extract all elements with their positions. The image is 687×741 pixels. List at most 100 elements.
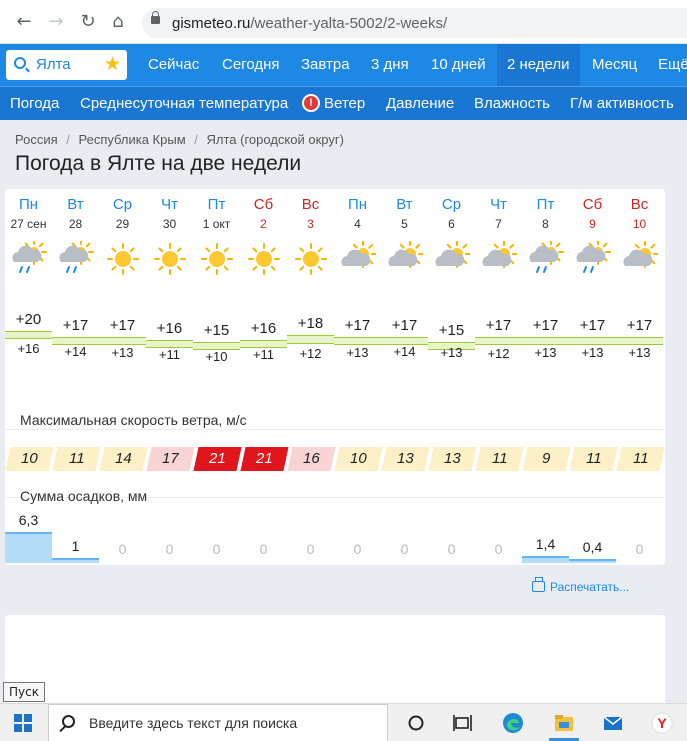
precipitation-value: 0 (494, 541, 503, 557)
favorite-star-icon[interactable]: ★ (104, 53, 121, 75)
subtab-pressure[interactable]: Давление (386, 87, 454, 121)
precipitation-value: 0 (165, 541, 174, 557)
precipitation-value: 1,4 (535, 536, 556, 552)
subtab-geomagnetic[interactable]: Г/м активность (570, 87, 674, 121)
page-title: Погода в Ялте на две недели (15, 152, 302, 175)
day-date: 28 (68, 217, 83, 231)
cloud-rain-sun-icon (59, 241, 94, 273)
temperature-max: +17 (626, 317, 653, 335)
tab-tomorrow[interactable]: Завтра (301, 44, 350, 86)
breadcrumb-item[interactable]: Ялта (городской округ) (207, 132, 344, 147)
temperature-band (287, 335, 334, 345)
day-of-week: Ср (441, 196, 462, 213)
breadcrumb: Россия / Республика Крым / Ялта (городск… (15, 132, 349, 147)
day-date: 6 (448, 217, 455, 231)
tab-now[interactable]: Сейчас (148, 44, 199, 86)
wind-speed-cell: 11 (475, 447, 524, 471)
city-search-box[interactable]: Ялта ★ (6, 50, 127, 80)
temperature-max: +17 (579, 317, 606, 335)
breadcrumb-item[interactable]: Россия (15, 132, 58, 147)
wind-speed-value: 21 (256, 450, 273, 467)
precipitation-value: 0 (400, 541, 409, 557)
temperature-max: +17 (532, 317, 559, 335)
temperature-max: +15 (438, 321, 465, 339)
reload-icon[interactable]: ↻ (76, 10, 100, 34)
task-view-icon[interactable] (452, 712, 474, 734)
day-of-week: Пт (207, 196, 226, 213)
precipitation-value: 0,4 (582, 539, 603, 555)
day-date: 8 (542, 217, 549, 231)
temperature-band (475, 337, 522, 346)
temperature-max: +16 (156, 319, 183, 337)
tab-3-days[interactable]: 3 дня (371, 44, 409, 86)
url-text[interactable]: gismeteo.ru/weather-yalta-5002/2-weeks/ (172, 15, 447, 32)
tab-10-days[interactable]: 10 дней (431, 44, 486, 86)
temperature-max: +17 (109, 317, 136, 335)
divider (5, 429, 665, 430)
precip-section-label: Сумма осадков, мм (20, 488, 148, 504)
subtab-wind[interactable]: Ветер (324, 87, 365, 121)
wind-speed-value: 11 (491, 450, 508, 467)
cortana-circle-icon[interactable] (405, 712, 427, 734)
arrow-right-icon[interactable]: → (44, 10, 68, 34)
windows-start-icon[interactable] (14, 714, 32, 732)
edge-icon[interactable] (502, 712, 524, 734)
address-bar[interactable]: gismeteo.ru/weather-yalta-5002/2-weeks/ (142, 8, 687, 38)
taskbar-search-input[interactable]: Введите здесь текст для поиска (48, 704, 388, 741)
precipitation-value: 6,3 (18, 511, 39, 528)
temperature-min: +13 (534, 344, 557, 360)
day-of-week: Пт (536, 196, 555, 213)
yandex-browser-icon[interactable]: Y (651, 712, 673, 734)
wind-speed-cell: 14 (99, 447, 148, 471)
breadcrumb-item[interactable]: Республика Крым (79, 132, 186, 147)
mail-icon[interactable] (602, 712, 624, 734)
sun-icon (154, 243, 186, 275)
cloud-sun-icon (341, 241, 376, 268)
subtab-avg-temp[interactable]: Среднесуточная температура (80, 87, 288, 121)
wind-speed-cell: 13 (381, 447, 430, 471)
day-of-week: Пн (347, 196, 368, 213)
wind-speed-value: 11 (585, 450, 602, 467)
tab-month[interactable]: Месяц (592, 44, 637, 86)
wind-speed-cell: 16 (287, 447, 336, 471)
print-link[interactable]: Распечатать... (532, 577, 629, 594)
breadcrumb-separator: / (66, 132, 70, 147)
tab-2-weeks[interactable]: 2 недели (497, 44, 580, 86)
temperature-max: +18 (297, 315, 324, 333)
temperature-max: +17 (62, 317, 89, 335)
file-explorer-icon[interactable] (553, 712, 575, 734)
content-card (5, 615, 665, 710)
tab-today[interactable]: Сегодня (222, 44, 280, 86)
wind-speed-value: 10 (350, 450, 367, 467)
temperature-min: +16 (17, 341, 40, 356)
search-icon (14, 57, 26, 69)
wind-speed-value: 21 (209, 450, 226, 467)
precipitation-value: 0 (353, 541, 362, 557)
city-name[interactable]: Ялта (36, 56, 71, 73)
search-icon (62, 715, 75, 728)
wind-speed-cell: 11 (52, 447, 101, 471)
subtab-humidity[interactable]: Влажность (474, 87, 550, 121)
wind-speed-value: 10 (21, 450, 38, 467)
tab-more[interactable]: Ещё (658, 44, 687, 86)
wind-speed-cell: 21 (240, 447, 289, 471)
subtab-weather[interactable]: Погода (10, 87, 59, 121)
wind-speed-value: 13 (444, 450, 461, 467)
day-date: 9 (589, 217, 596, 231)
wind-speed-value: 16 (303, 450, 320, 467)
wind-speed-cell: 10 (334, 447, 383, 471)
temperature-max: +17 (391, 317, 418, 335)
day-of-week: Сб (253, 196, 274, 213)
home-icon[interactable]: ⌂ (106, 10, 130, 34)
wind-speed-value: 11 (632, 450, 649, 467)
wind-speed-cell: 21 (193, 447, 242, 471)
day-date: 3 (307, 217, 314, 231)
arrow-left-icon[interactable]: ← (12, 10, 36, 34)
day-date: 10 (632, 217, 647, 231)
forecast-card: Максимальная скорость ветра, м/с Сумма о… (5, 189, 665, 565)
temperature-min: +13 (581, 344, 604, 360)
precipitation-bar (522, 556, 569, 563)
day-date: 5 (401, 217, 408, 231)
precipitation-value: 0 (447, 541, 456, 557)
precipitation-bar (52, 558, 99, 563)
